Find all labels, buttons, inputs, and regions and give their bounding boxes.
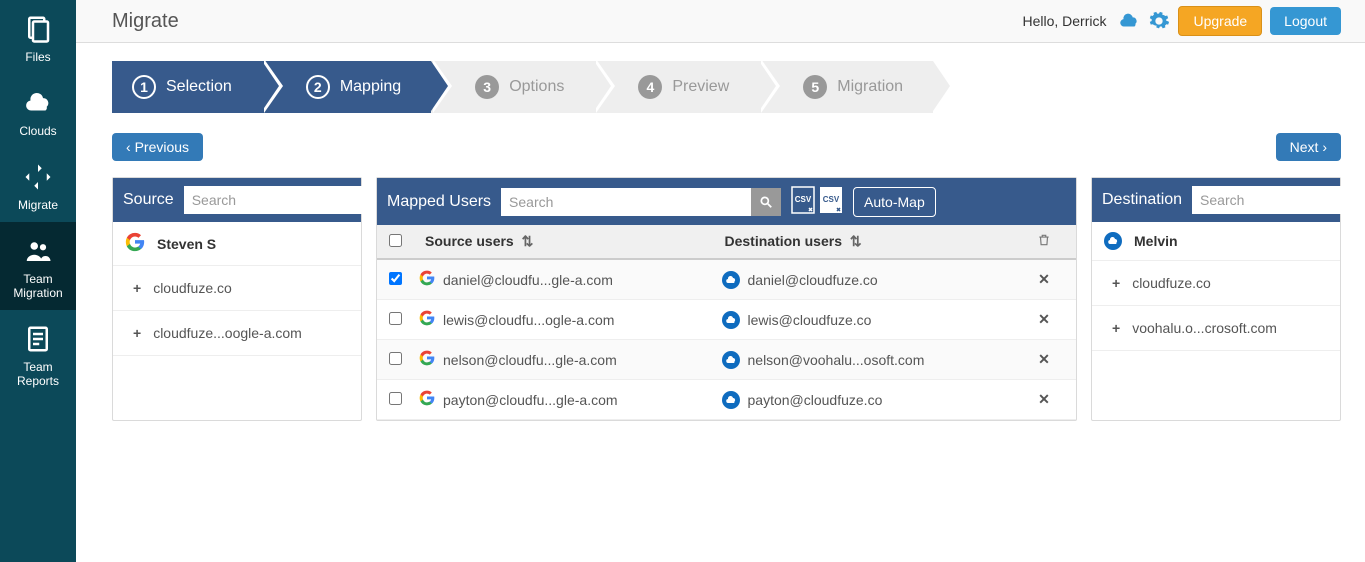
google-icon: [419, 350, 435, 369]
row-delete-button[interactable]: ✕: [1024, 351, 1064, 368]
row-source-user: daniel@cloudfu...gle-a.com: [419, 270, 722, 289]
row-source-user: nelson@cloudfu...gle-a.com: [419, 350, 722, 369]
next-button[interactable]: Next ›: [1276, 133, 1341, 161]
google-icon: [419, 310, 435, 329]
page-title: Migrate: [112, 10, 179, 33]
expand-icon: +: [1112, 275, 1120, 291]
sidebar-label: Migrate: [18, 198, 58, 212]
migrate-icon: [23, 162, 53, 192]
row-checkbox[interactable]: [389, 272, 402, 285]
destination-tree-item[interactable]: + cloudfuze.co: [1092, 261, 1340, 306]
report-icon: [23, 324, 53, 354]
row-source-user: lewis@cloudfu...ogle-a.com: [419, 310, 722, 329]
expand-icon: +: [133, 325, 141, 341]
topbar: Migrate Hello, Derrick Upgrade Logout: [76, 0, 1365, 43]
mapped-row: lewis@cloudfu...ogle-a.comlewis@cloudfuz…: [377, 300, 1076, 340]
col-source-users[interactable]: Source users ⇅: [419, 233, 725, 250]
row-destination-user: daniel@cloudfuze.co: [722, 271, 1025, 289]
source-search-input[interactable]: [184, 186, 381, 214]
chevron-left-icon: ‹: [126, 139, 131, 155]
sidebar-label: Team Reports: [17, 360, 59, 388]
expand-icon: +: [1112, 320, 1120, 336]
wizard-step-selection[interactable]: 1 Selection: [112, 61, 262, 113]
onedrive-icon: [722, 351, 740, 369]
automap-button[interactable]: Auto-Map: [853, 187, 936, 217]
onedrive-icon: [1104, 232, 1122, 250]
row-checkbox[interactable]: [389, 392, 402, 405]
google-icon: [419, 390, 435, 409]
mapped-row: nelson@cloudfu...gle-a.comnelson@voohalu…: [377, 340, 1076, 380]
mapped-title: Mapped Users: [387, 193, 491, 211]
cloud-icon: [23, 88, 53, 118]
mapped-header-row: Source users ⇅ Destination users ⇅: [377, 225, 1076, 260]
row-destination-user: lewis@cloudfuze.co: [722, 311, 1025, 329]
col-destination-users[interactable]: Destination users ⇅: [725, 233, 1025, 250]
team-icon: [23, 236, 53, 266]
row-source-user: payton@cloudfu...gle-a.com: [419, 390, 722, 409]
sidebar-label: Files: [25, 50, 50, 64]
destination-search-input[interactable]: [1192, 186, 1365, 214]
row-delete-button[interactable]: ✕: [1024, 391, 1064, 408]
delete-all-icon[interactable]: [1024, 233, 1064, 250]
google-icon: [125, 232, 145, 255]
mapped-row: daniel@cloudfu...gle-a.comdaniel@cloudfu…: [377, 260, 1076, 300]
sidebar-item-team-migration[interactable]: Team Migration: [0, 222, 76, 310]
wizard-step-migration[interactable]: 5 Migration: [759, 61, 933, 113]
svg-text:CSV: CSV: [823, 195, 840, 204]
sidebar-item-clouds[interactable]: Clouds: [0, 74, 76, 148]
notification-icon[interactable]: [1118, 10, 1140, 32]
destination-panel: Destination Melvin: [1091, 177, 1341, 421]
upgrade-button[interactable]: Upgrade: [1178, 6, 1262, 36]
sidebar-label: Team Migration: [13, 272, 62, 300]
sidebar-item-files[interactable]: Files: [0, 0, 76, 74]
wizard-step-mapping[interactable]: 2 Mapping: [262, 61, 431, 113]
mapped-search-input[interactable]: [501, 188, 751, 216]
select-all-checkbox[interactable]: [389, 234, 402, 247]
svg-text:CSV: CSV: [795, 195, 812, 204]
sidebar-item-migrate[interactable]: Migrate: [0, 148, 76, 222]
csv-import-icon[interactable]: CSV: [819, 186, 843, 217]
source-panel: Source Steven S: [112, 177, 362, 421]
search-icon: [759, 195, 773, 209]
destination-user: Melvin: [1092, 222, 1340, 261]
onedrive-icon: [722, 271, 740, 289]
files-icon: [23, 14, 53, 44]
sort-icon: ⇅: [522, 233, 534, 249]
google-icon: [419, 270, 435, 289]
sidebar-item-team-reports[interactable]: Team Reports: [0, 310, 76, 398]
mapped-search-button[interactable]: [751, 188, 781, 216]
row-destination-user: nelson@voohalu...osoft.com: [722, 351, 1025, 369]
sort-icon: ⇅: [850, 233, 862, 249]
mapped-panel: Mapped Users CSV CSV: [376, 177, 1077, 421]
chevron-right-icon: ›: [1322, 139, 1327, 155]
main-sidebar: Files Clouds Migrate Team Migration Team…: [0, 0, 76, 562]
greeting: Hello, Derrick: [1022, 13, 1106, 29]
row-destination-user: payton@cloudfuze.co: [722, 391, 1025, 409]
row-delete-button[interactable]: ✕: [1024, 311, 1064, 328]
previous-button[interactable]: ‹ Previous: [112, 133, 203, 161]
destination-title: Destination: [1102, 191, 1182, 209]
row-checkbox[interactable]: [389, 352, 402, 365]
source-tree-item[interactable]: + cloudfuze...oogle-a.com: [113, 311, 361, 356]
wizard-step-options[interactable]: 3 Options: [431, 61, 594, 113]
logout-button[interactable]: Logout: [1270, 7, 1341, 35]
row-delete-button[interactable]: ✕: [1024, 271, 1064, 288]
csv-export-icon[interactable]: CSV: [791, 186, 815, 217]
source-tree-item[interactable]: + cloudfuze.co: [113, 266, 361, 311]
row-checkbox[interactable]: [389, 312, 402, 325]
source-title: Source: [123, 191, 174, 209]
source-user: Steven S: [113, 222, 361, 266]
onedrive-icon: [722, 311, 740, 329]
settings-icon[interactable]: [1148, 10, 1170, 32]
wizard-step-preview[interactable]: 4 Preview: [594, 61, 759, 113]
wizard-steps: 1 Selection 2 Mapping 3 Options 4 Previe…: [112, 61, 1341, 113]
expand-icon: +: [133, 280, 141, 296]
onedrive-icon: [722, 391, 740, 409]
sidebar-label: Clouds: [19, 124, 56, 138]
destination-tree-item[interactable]: + voohalu.o...crosoft.com: [1092, 306, 1340, 351]
mapped-row: payton@cloudfu...gle-a.compayton@cloudfu…: [377, 380, 1076, 420]
